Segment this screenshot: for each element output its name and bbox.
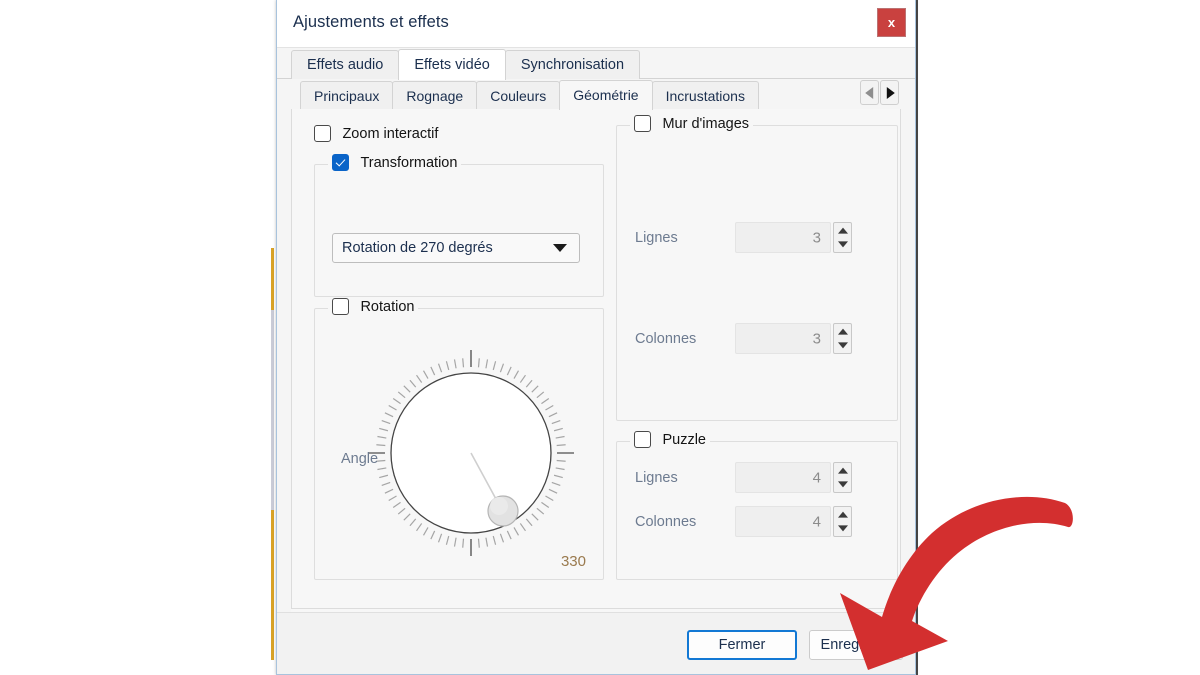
stepper-down-icon[interactable] [834, 238, 851, 253]
image-wall-rows-field[interactable]: 3 [735, 222, 831, 253]
tab-effets-video[interactable]: Effets vidéo [398, 49, 506, 80]
outer-tab-bar: Effets audio Effets vidéo Synchronisation [277, 48, 915, 80]
image-wall-rows-value: 3 [812, 229, 821, 246]
image-wall-cols-label: Colonnes [635, 331, 697, 347]
image-wall-cols-value: 3 [812, 330, 821, 347]
dialog-footer: Fermer Enregistrer [277, 612, 915, 674]
image-wall-cols-stepper[interactable] [833, 323, 852, 354]
tab-incrustations[interactable]: Incrustations [651, 81, 759, 110]
dialog-title: Ajustements et effets [293, 13, 449, 31]
inner-tab-bar: Principaux Rognage Couleurs Géométrie Incrus… [291, 79, 901, 110]
tab-effets-audio[interactable]: Effets audio [291, 50, 400, 80]
puzzle-cols-field[interactable]: 4 [735, 506, 831, 537]
transformation-checkbox-row[interactable]: Transformation [328, 154, 462, 172]
tab-geometrie[interactable]: Géométrie [559, 80, 653, 110]
stepper-up-icon[interactable] [834, 223, 851, 238]
background-strip-bottom [271, 510, 274, 660]
puzzle-checkbox-row[interactable]: Puzzle [630, 431, 710, 449]
puzzle-rows-stepper[interactable] [833, 462, 852, 493]
interactive-zoom-checkbox[interactable] [314, 125, 331, 143]
rotation-label: Rotation [360, 298, 415, 315]
image-wall-rows-label: Lignes [635, 230, 678, 246]
interactive-zoom-label: Zoom interactif [342, 125, 439, 142]
puzzle-cols-stepper[interactable] [833, 506, 852, 537]
stepper-up-icon[interactable] [834, 507, 851, 522]
chevron-right-icon[interactable] [880, 80, 899, 105]
angle-value: 330 [560, 553, 586, 570]
video-effects-panel: Principaux Rognage Couleurs Géométrie Incrus… [291, 79, 901, 659]
stepper-down-icon[interactable] [834, 478, 851, 493]
background-strip-middle [271, 310, 274, 510]
close-icon[interactable]: x [877, 8, 906, 37]
adjustments-and-effects-dialog: Ajustements et effets x Effets audio Effe… [276, 0, 916, 675]
tab-scroll-controls [860, 80, 899, 105]
chevron-down-icon [553, 244, 567, 252]
rotation-checkbox-row[interactable]: Rotation [328, 298, 419, 316]
puzzle-cols-value: 4 [812, 513, 821, 530]
tab-rognage[interactable]: Rognage [392, 81, 478, 110]
dialog-titlebar: Ajustements et effets x [277, 0, 915, 48]
transformation-checkbox[interactable] [332, 154, 349, 172]
tab-principaux[interactable]: Principaux [300, 81, 394, 110]
stepper-down-icon[interactable] [834, 339, 851, 354]
puzzle-cols-label: Colonnes [635, 514, 697, 530]
image-wall-cols-field[interactable]: 3 [735, 323, 831, 354]
puzzle-group: Puzzle Lignes 4 Colonnes 4 [616, 431, 898, 580]
stepper-up-icon[interactable] [834, 324, 851, 339]
tab-couleurs[interactable]: Couleurs [476, 81, 561, 110]
close-button[interactable]: Fermer [687, 630, 797, 660]
transformation-select[interactable]: Rotation de 270 degrés [332, 233, 580, 263]
image-wall-checkbox-row[interactable]: Mur d'images [630, 115, 754, 133]
puzzle-label: Puzzle [662, 431, 706, 448]
image-wall-group: Mur d'images Lignes 3 Colonnes 3 [616, 115, 898, 421]
geometry-tab-content: Zoom interactif Transformation Rotation … [291, 109, 901, 609]
puzzle-checkbox[interactable] [634, 431, 651, 449]
image-wall-checkbox[interactable] [634, 115, 651, 133]
background-edge-line [916, 0, 918, 675]
interactive-zoom-checkbox-row[interactable]: Zoom interactif [314, 125, 438, 143]
background-strip-top [271, 248, 274, 310]
image-wall-label: Mur d'images [662, 115, 750, 132]
puzzle-rows-field[interactable]: 4 [735, 462, 831, 493]
angle-label: Angle [341, 451, 379, 467]
screenshot-root: Ajustements et effets x Effets audio Effe… [0, 0, 1200, 675]
rotation-group: Rotation Angle 330 [314, 298, 604, 583]
transformation-select-value: Rotation de 270 degrés [342, 240, 493, 256]
transformation-label: Transformation [360, 154, 458, 171]
save-button[interactable]: Enregistrer [809, 630, 903, 660]
chevron-left-icon[interactable] [860, 80, 879, 105]
transformation-group: Transformation Rotation de 270 degrés [314, 154, 604, 297]
stepper-up-icon[interactable] [834, 463, 851, 478]
puzzle-rows-value: 4 [812, 469, 821, 486]
angle-dial-control[interactable]: Angle 330 [333, 333, 595, 583]
stepper-down-icon[interactable] [834, 522, 851, 537]
image-wall-rows-stepper[interactable] [833, 222, 852, 253]
tab-synchronisation[interactable]: Synchronisation [504, 50, 641, 80]
rotation-checkbox[interactable] [332, 298, 349, 316]
puzzle-rows-label: Lignes [635, 470, 678, 486]
